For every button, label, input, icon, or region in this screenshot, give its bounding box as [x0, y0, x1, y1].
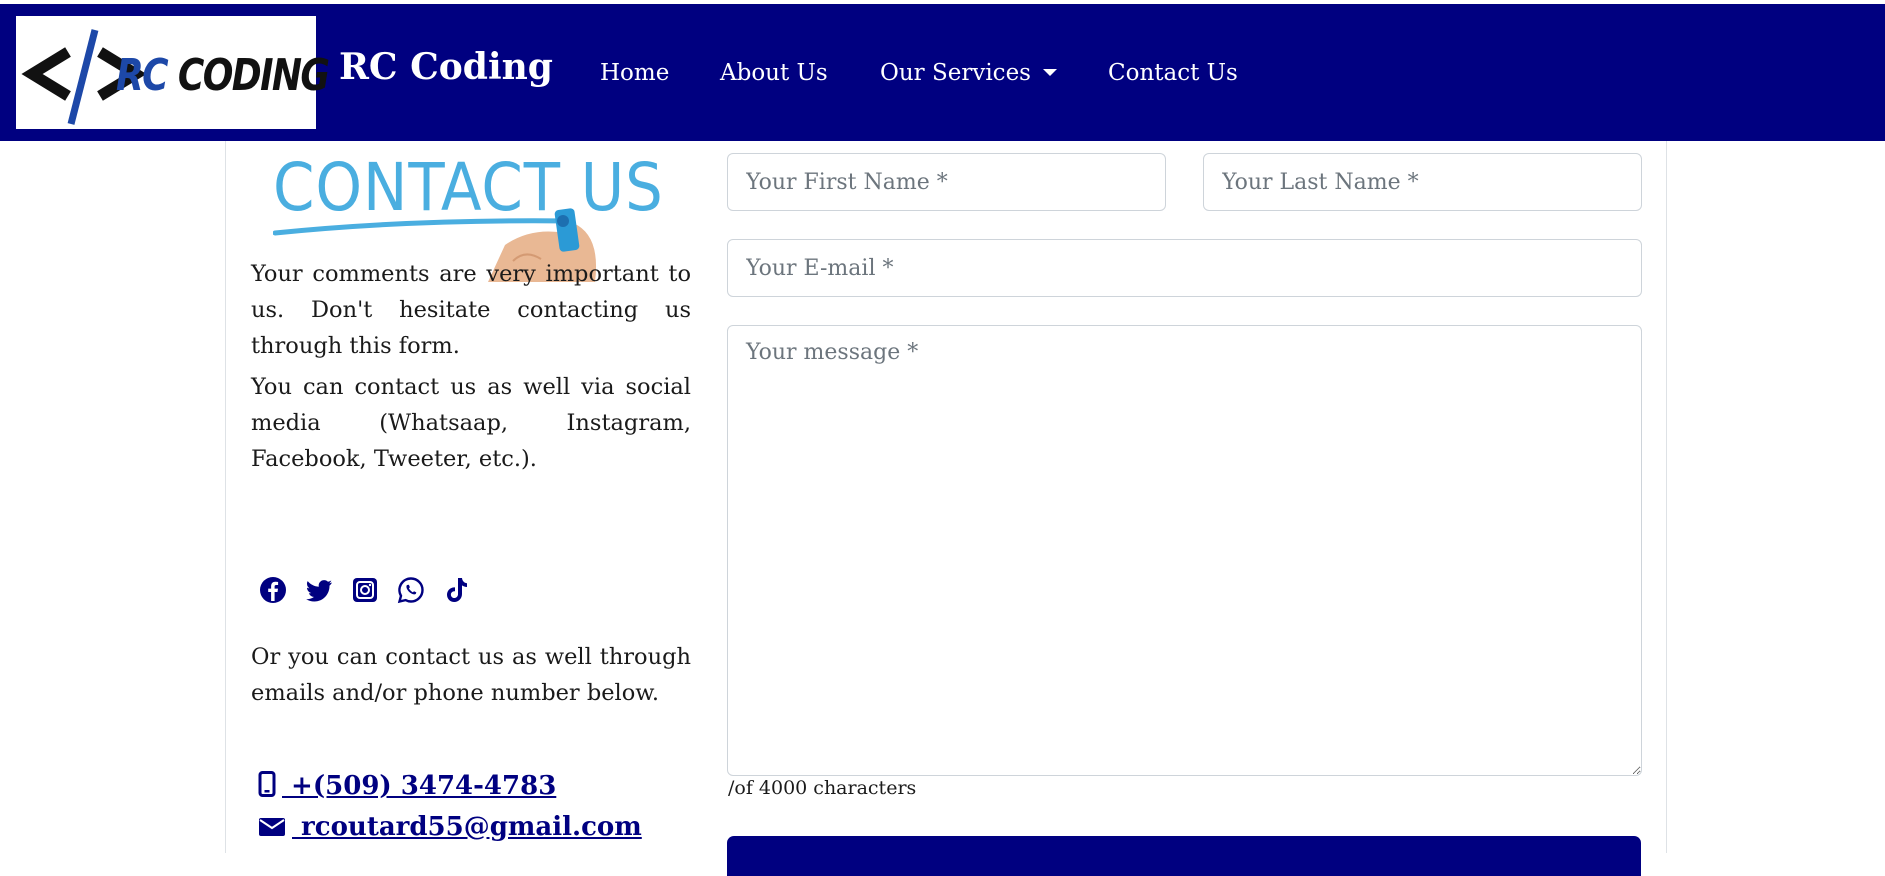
intro-paragraph: Your comments are very important to us. …: [251, 261, 691, 359]
social-paragraph: You can contact us as well via social me…: [251, 374, 691, 472]
nav-home[interactable]: Home: [600, 60, 669, 86]
envelope-icon: [259, 818, 285, 836]
nav-contact-us[interactable]: Contact Us: [1108, 60, 1238, 86]
first-name-input[interactable]: [727, 153, 1166, 211]
mobile-phone-icon: [258, 771, 276, 797]
tiktok-icon[interactable]: [442, 575, 472, 605]
facebook-icon[interactable]: [258, 575, 288, 605]
last-name-input[interactable]: [1203, 153, 1642, 211]
nav-about-us[interactable]: About Us: [720, 60, 828, 86]
logo-text: RC CODING: [116, 50, 330, 101]
twitter-icon[interactable]: [304, 575, 334, 605]
social-icons: [258, 575, 472, 605]
character-counter: /of 4000 characters: [728, 777, 917, 799]
whatsapp-icon[interactable]: [396, 575, 426, 605]
navbar: RC CODING RC Coding Home About Us Our Se…: [0, 4, 1885, 141]
contact-info-paragraph: Or you can contact us as well through em…: [251, 644, 691, 706]
nav-our-services-label: Our Services: [880, 60, 1031, 86]
message-textarea[interactable]: [727, 325, 1642, 776]
main-container: CONTACT US Your comments are very import…: [225, 141, 1667, 876]
brand-name[interactable]: RC Coding: [339, 46, 553, 88]
chevron-down-icon: [1042, 69, 1057, 76]
logo[interactable]: RC CODING: [16, 16, 330, 129]
email-input[interactable]: [727, 239, 1642, 297]
instagram-icon[interactable]: [350, 575, 380, 605]
email-link[interactable]: rcoutard55@gmail.com: [258, 812, 642, 842]
submit-button[interactable]: [727, 836, 1641, 876]
nav-our-services[interactable]: Our Services: [880, 60, 1057, 86]
email-address: rcoutard55@gmail.com: [292, 812, 642, 842]
phone-link[interactable]: +(509) 3474-4783: [258, 771, 556, 801]
phone-number: +(509) 3474-4783: [282, 771, 557, 801]
